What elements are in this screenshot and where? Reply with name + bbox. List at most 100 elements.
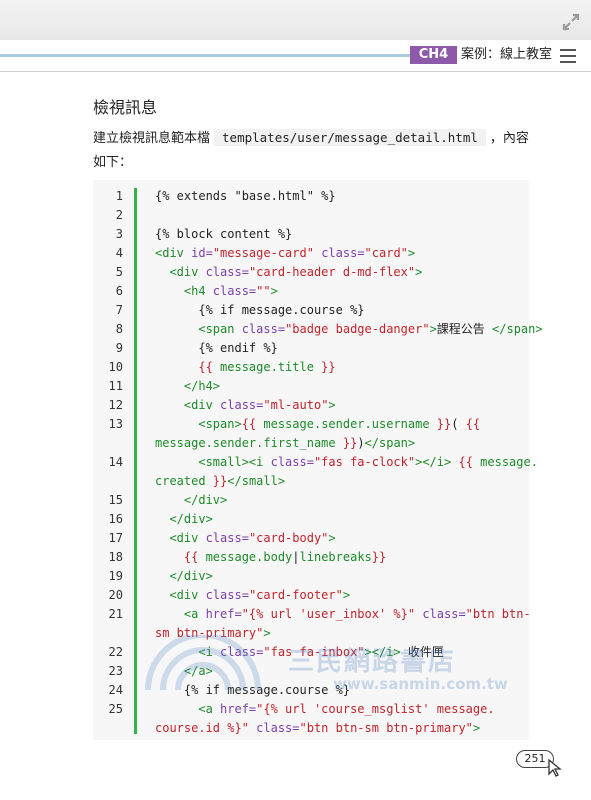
code-token: </span>	[364, 436, 416, 450]
code-token: |	[292, 550, 300, 564]
code-token: message.sender.first_name	[155, 436, 336, 450]
code-token: }}	[429, 417, 452, 431]
code-token: message.title	[220, 360, 314, 374]
code-token: }}	[371, 550, 387, 564]
code-token: >	[270, 284, 278, 298]
code-token: "badge badge-danger"	[285, 322, 430, 336]
code-text: <div class="card-header d-md-flex">	[155, 263, 527, 282]
line-number: 23	[108, 664, 123, 678]
code-token: ""	[256, 284, 271, 298]
chapter-title: 案例：線上教室	[461, 47, 553, 62]
code-token: class=	[205, 588, 249, 602]
code-text: {% if message.course %}	[155, 301, 527, 320]
code-token: {{	[465, 417, 481, 431]
code-token: "card-footer"	[248, 588, 343, 602]
code-token: <div	[155, 265, 206, 279]
line-number: 3	[115, 227, 123, 241]
intro-paragraph: 建立檢視訊息範本檔 templates/user/message_detail.h…	[93, 126, 533, 175]
top-toolbar	[0, 0, 591, 40]
code-line: 21 <a href="{% url 'user_inbox' %}" clas…	[93, 605, 531, 643]
line-number: 12	[108, 398, 123, 412]
code-token: class=	[313, 246, 365, 260]
line-number: 25	[108, 702, 123, 716]
code-text: <div class="card-body">	[155, 529, 527, 548]
hamburger-menu-icon[interactable]	[558, 46, 578, 66]
code-line: 13 <span>{{ message.sender.username }}( …	[93, 415, 529, 453]
line-number: 22	[108, 645, 123, 659]
code-token: >	[328, 531, 336, 545]
code-line: 4 <div id="message-card" class="card">	[93, 244, 529, 263]
code-token: </small>	[227, 474, 286, 488]
chapter-badge: CH4	[410, 46, 457, 64]
code-token: "card-header d-md-flex"	[248, 265, 416, 279]
code-token: >	[328, 398, 336, 412]
code-token: }}	[335, 436, 358, 450]
code-token: {{	[155, 550, 206, 564]
code-line: 11 </h4>	[93, 377, 529, 396]
line-number: 6	[115, 284, 123, 298]
code-text: <span>{{ message.sender.username }}( {{	[155, 415, 527, 434]
code-token: >	[472, 721, 481, 735]
code-token: <div	[155, 531, 206, 545]
code-token: <small><i	[155, 455, 271, 469]
expand-icon[interactable]	[561, 12, 581, 32]
line-number: 19	[108, 569, 123, 583]
code-text: created }}</small>	[155, 472, 527, 491]
code-token: }}	[313, 360, 336, 374]
code-text: <span class="badge badge-danger">課程公告 </…	[155, 320, 542, 339]
code-text: </h4>	[155, 377, 527, 396]
line-number: 5	[115, 265, 123, 279]
code-token: id=	[191, 246, 213, 260]
code-token: class=	[241, 322, 286, 336]
code-token: >	[429, 322, 437, 336]
code-token: {% if message.course %}	[155, 303, 365, 317]
code-line: 18 {{ message.body|linebreaks}}	[93, 548, 529, 567]
code-token: <a	[155, 702, 221, 716]
code-text: {% endif %}	[155, 339, 527, 358]
code-text: <div class="ml-auto">	[155, 396, 527, 415]
code-text: <a href="{% url 'user_inbox' %}" class="…	[155, 605, 531, 624]
code-line: 24 {% if message.course %}	[93, 681, 529, 700]
code-token: {% if message.course %}	[155, 683, 351, 697]
code-token: </div>	[155, 493, 228, 507]
line-number: 18	[108, 550, 123, 564]
code-token: class=	[248, 721, 300, 735]
code-line: 17 <div class="card-body">	[93, 529, 529, 548]
line-number: 24	[108, 683, 123, 697]
code-token: )	[357, 436, 365, 450]
chapter-header: CH4 案例：線上教室	[0, 40, 591, 72]
code-line: 14 <small><i class="fas fa-clock"></i> {…	[93, 453, 538, 491]
line-number: 1	[115, 189, 123, 203]
code-text: message.sender.first_name }})</span>	[155, 434, 527, 453]
code-line: 15 </div>	[93, 491, 529, 510]
code-token: class=	[220, 645, 264, 659]
code-text: {% if message.course %}	[155, 681, 527, 700]
code-token: >	[263, 626, 271, 640]
code-token: class=	[270, 455, 314, 469]
code-token: {{	[241, 417, 264, 431]
code-token: "{% url 'course_msglist' message.	[256, 702, 495, 716]
code-text: <small><i class="fas fa-clock"></i> {{ m…	[155, 453, 538, 472]
code-line: 2	[93, 206, 529, 225]
code-line: 16 </div>	[93, 510, 529, 529]
code-token: href=	[205, 607, 242, 621]
code-text: </div>	[155, 567, 527, 586]
code-token: 收件匣	[400, 645, 444, 659]
code-text: </a>	[155, 662, 527, 681]
code-text: <i class="fas fa-inbox"></i> 收件匣	[155, 643, 527, 662]
code-text: sm btn-primary">	[155, 624, 527, 643]
line-number: 4	[115, 246, 123, 260]
code-line: 23 </a>	[93, 662, 529, 681]
code-text: {% extends "base.html" %}	[155, 187, 527, 206]
code-line: 7 {% if message.course %}	[93, 301, 529, 320]
code-token: "fas fa-inbox"	[263, 645, 365, 659]
code-token: <div	[155, 246, 192, 260]
code-token: message.	[480, 455, 538, 469]
code-token: message.sender.username	[263, 417, 430, 431]
code-text: {{ message.title }}	[155, 358, 527, 377]
code-text: {% block content %}	[155, 225, 527, 244]
code-token: {{	[458, 455, 481, 469]
code-text: <div id="message-card" class="card">	[155, 244, 527, 263]
code-token: {% extends "base.html" %}	[155, 189, 336, 203]
code-token: "btn btn-	[465, 607, 531, 621]
